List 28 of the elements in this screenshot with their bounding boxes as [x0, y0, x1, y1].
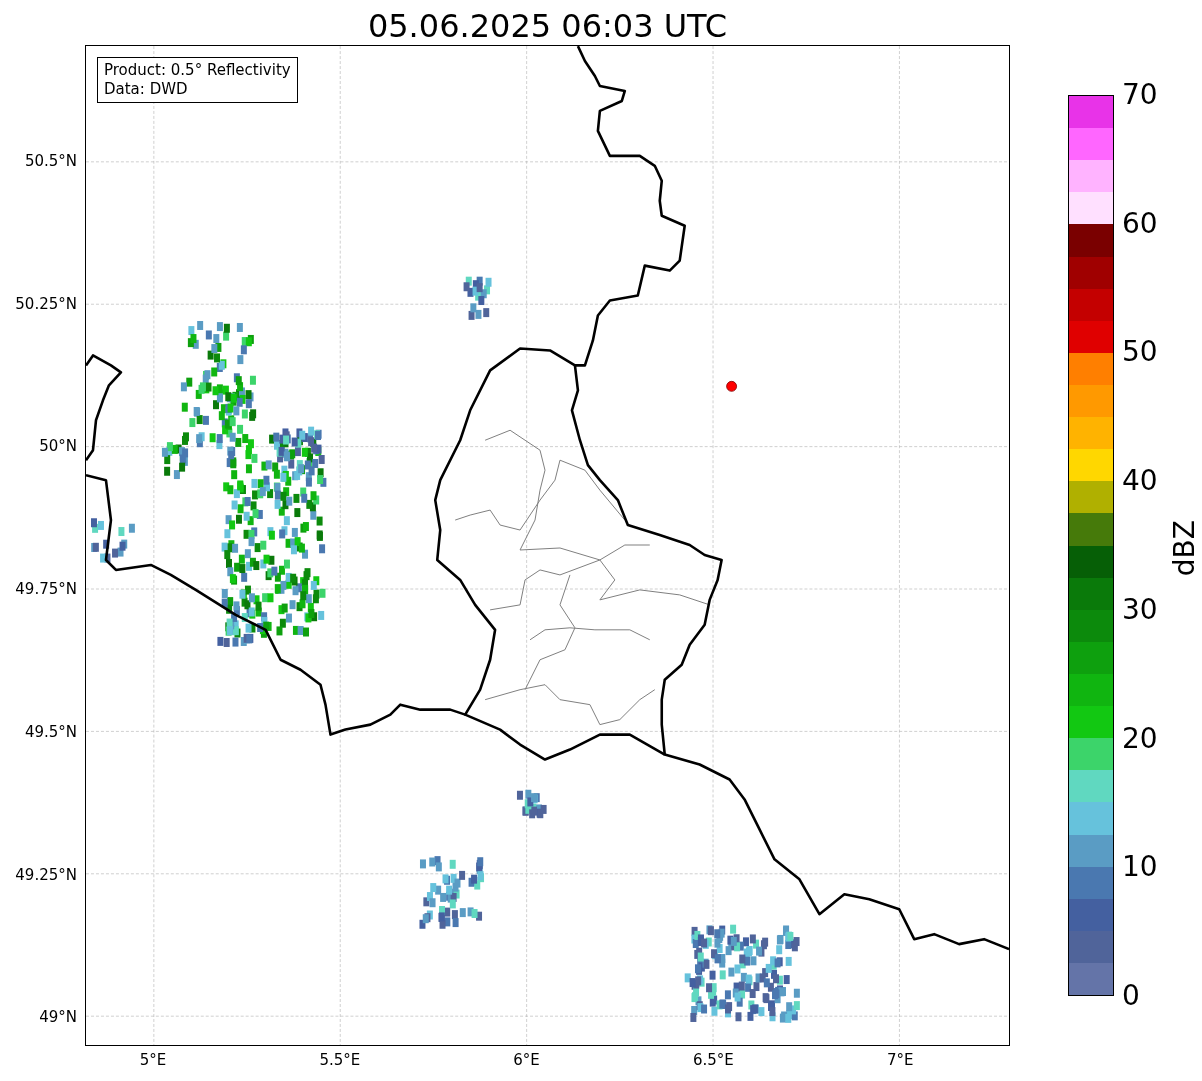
- axis-tick-label: 49.75°N: [15, 580, 77, 599]
- radar-echo: [91, 518, 135, 563]
- axis-tick-label: 50°N: [39, 437, 77, 456]
- axis-tick-label: 6.5°E: [691, 1051, 735, 1069]
- colorbar-label: dBZ: [1168, 520, 1202, 577]
- legend-text: Product: 0.5° Reflectivity: [104, 61, 291, 80]
- colorbar-tick-label: 0: [1122, 979, 1140, 1013]
- colorbar-tick-label: 70: [1122, 78, 1158, 112]
- axis-tick-label: 49.25°N: [15, 865, 77, 884]
- colorbar-tick-label: 10: [1122, 850, 1158, 885]
- colorbar-tick-label: 30: [1122, 592, 1158, 627]
- axis-tick-label: 7°E: [885, 1051, 915, 1069]
- colorbar-tick-label: 50: [1122, 335, 1158, 370]
- radar-echo: [516, 789, 547, 819]
- legend-text: Data: DWD: [104, 80, 189, 99]
- axis-tick-label: 49.5°N: [24, 722, 77, 741]
- radar-echo: [463, 276, 492, 320]
- axis-tick-label: 6°E: [512, 1051, 541, 1069]
- axis-tick-label: 5°E: [138, 1051, 168, 1069]
- axis-tick-label: 49°N: [39, 1008, 77, 1027]
- colorbar-tick-label: 20: [1122, 721, 1158, 756]
- axis-tick-label: 5.5°E: [318, 1051, 362, 1069]
- axis-tick-label: 50.25°N: [15, 294, 77, 313]
- chart-title: 05.06.2025 06:03 UTC: [367, 7, 728, 45]
- axis-tick-label: 50.5°N: [24, 152, 77, 170]
- colorbar-tick-label: 60: [1122, 206, 1158, 241]
- location-marker: [726, 380, 737, 392]
- colorbar-tick-label: 40: [1122, 464, 1158, 499]
